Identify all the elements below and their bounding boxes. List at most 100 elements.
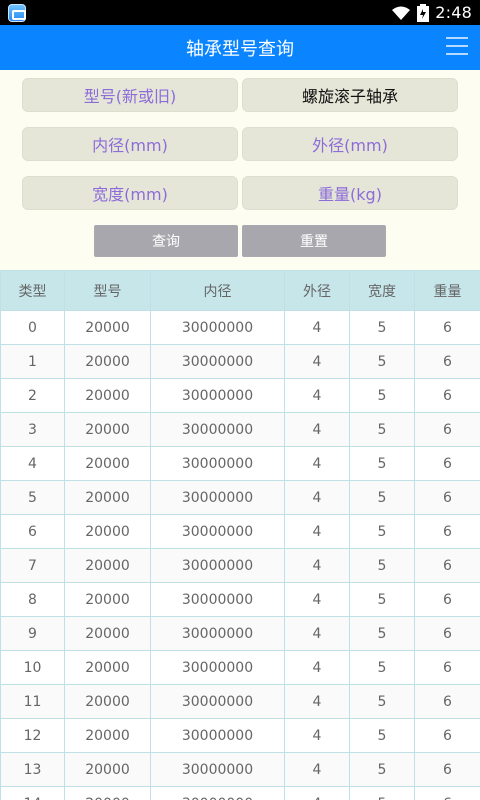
table-cell: 4 — [284, 718, 350, 753]
width-field[interactable]: 宽度(mm) — [22, 176, 238, 210]
table-row[interactable]: 9 20000 30000000 4 5 6 — [0, 616, 480, 651]
table-cell: 10 — [0, 650, 65, 685]
table-cell: 6 — [414, 344, 480, 379]
form-row-1: 型号(新或旧) 螺旋滚子轴承 — [22, 78, 458, 112]
outer-diameter-field[interactable]: 外径(mm) — [242, 127, 458, 161]
menu-icon-line — [446, 53, 468, 55]
app-notification-icon — [8, 3, 26, 22]
table-row[interactable]: 2 20000 30000000 4 5 6 — [0, 378, 480, 413]
table-cell: 20000 — [64, 310, 151, 345]
table-body: 0 20000 30000000 4 5 6 1 20000 30000000 4 5 6 2 20000… — [0, 310, 480, 800]
table-cell: 4 — [284, 684, 350, 719]
table-cell: 6 — [414, 378, 480, 413]
table-cell: 4 — [284, 480, 350, 515]
menu-icon[interactable] — [446, 37, 468, 55]
table-cell: 20000 — [64, 582, 151, 617]
table-cell: 30000000 — [150, 378, 285, 413]
results-table: 类型 型号 内径 外径 宽度 重量 0 20000 30000000 4 5 6 1 2000… — [0, 270, 480, 800]
table-cell: 4 — [284, 310, 350, 345]
table-cell: 5 — [349, 412, 415, 447]
status-bar: 2:48 — [0, 0, 480, 25]
table-cell: 6 — [414, 786, 480, 800]
table-cell: 30000000 — [150, 582, 285, 617]
table-cell: 6 — [0, 514, 65, 549]
table-cell: 4 — [284, 446, 350, 481]
table-cell: 5 — [349, 344, 415, 379]
table-cell: 4 — [0, 446, 65, 481]
bearing-type-field[interactable]: 螺旋滚子轴承 — [242, 78, 458, 112]
query-button[interactable]: 查询 — [94, 225, 238, 257]
table-cell: 30000000 — [150, 650, 285, 685]
table-row[interactable]: 12 20000 30000000 4 5 6 — [0, 718, 480, 753]
table-cell: 5 — [349, 446, 415, 481]
table-cell: 30000000 — [150, 616, 285, 651]
table-cell: 5 — [349, 514, 415, 549]
table-cell: 6 — [414, 446, 480, 481]
table-cell: 30000000 — [150, 446, 285, 481]
table-cell: 5 — [349, 684, 415, 719]
table-cell: 14 — [0, 786, 65, 800]
table-cell: 5 — [349, 616, 415, 651]
table-row[interactable]: 3 20000 30000000 4 5 6 — [0, 412, 480, 447]
table-row[interactable]: 10 20000 30000000 4 5 6 — [0, 650, 480, 685]
table-cell: 8 — [0, 582, 65, 617]
inner-diameter-field[interactable]: 内径(mm) — [22, 127, 238, 161]
table-row[interactable]: 6 20000 30000000 4 5 6 — [0, 514, 480, 549]
table-row[interactable]: 1 20000 30000000 4 5 6 — [0, 344, 480, 379]
table-cell: 20000 — [64, 616, 151, 651]
table-cell: 30000000 — [150, 752, 285, 787]
table-cell: 20000 — [64, 650, 151, 685]
table-cell: 20000 — [64, 446, 151, 481]
table-cell: 6 — [414, 514, 480, 549]
table-cell: 1 — [0, 344, 65, 379]
table-cell: 5 — [349, 378, 415, 413]
table-cell: 4 — [284, 378, 350, 413]
wifi-icon — [392, 6, 411, 20]
table-row[interactable]: 5 20000 30000000 4 5 6 — [0, 480, 480, 515]
menu-icon-line — [446, 45, 468, 47]
form-buttons: 查询 重置 — [22, 225, 458, 257]
table-cell: 13 — [0, 752, 65, 787]
table-row[interactable]: 4 20000 30000000 4 5 6 — [0, 446, 480, 481]
weight-field[interactable]: 重量(kg) — [242, 176, 458, 210]
table-cell: 4 — [284, 548, 350, 583]
table-row[interactable]: 8 20000 30000000 4 5 6 — [0, 582, 480, 617]
table-cell: 20000 — [64, 752, 151, 787]
table-cell: 30000000 — [150, 718, 285, 753]
table-cell: 5 — [349, 548, 415, 583]
table-cell: 6 — [414, 582, 480, 617]
table-cell: 30000000 — [150, 344, 285, 379]
table-cell: 11 — [0, 684, 65, 719]
table-cell: 6 — [414, 718, 480, 753]
table-row[interactable]: 7 20000 30000000 4 5 6 — [0, 548, 480, 583]
table-row[interactable]: 0 20000 30000000 4 5 6 — [0, 310, 480, 345]
table-cell: 20000 — [64, 514, 151, 549]
table-cell: 2 — [0, 378, 65, 413]
header-outer-diameter: 外径 — [284, 270, 350, 311]
table-row[interactable]: 142000030000000456 — [0, 786, 480, 800]
model-field[interactable]: 型号(新或旧) — [22, 78, 238, 112]
table-cell: 5 — [349, 650, 415, 685]
table-cell: 20000 — [64, 378, 151, 413]
table-cell: 4 — [284, 412, 350, 447]
table-cell: 5 — [349, 310, 415, 345]
table-cell: 9 — [0, 616, 65, 651]
table-row[interactable]: 11 20000 30000000 4 5 6 — [0, 684, 480, 719]
table-cell: 30000000 — [150, 684, 285, 719]
table-cell: 5 — [0, 480, 65, 515]
results-table-container[interactable]: 类型 型号 内径 外径 宽度 重量 0 20000 30000000 4 5 6 1 2000… — [0, 270, 480, 800]
table-header-row: 类型 型号 内径 外径 宽度 重量 — [0, 270, 480, 311]
table-cell: 20000 — [64, 548, 151, 583]
status-time: 2:48 — [435, 3, 472, 22]
header-weight: 重量 — [414, 270, 480, 311]
table-cell: 30000000 — [150, 480, 285, 515]
table-row[interactable]: 13 20000 30000000 4 5 6 — [0, 752, 480, 787]
header-type: 类型 — [0, 270, 65, 311]
reset-button[interactable]: 重置 — [242, 225, 386, 257]
table-cell: 4 — [284, 344, 350, 379]
table-cell: 6 — [414, 616, 480, 651]
table-cell: 20000 — [64, 718, 151, 753]
table-cell: 5 — [349, 480, 415, 515]
table-cell: 5 — [349, 786, 415, 800]
table-cell: 30000000 — [150, 310, 285, 345]
